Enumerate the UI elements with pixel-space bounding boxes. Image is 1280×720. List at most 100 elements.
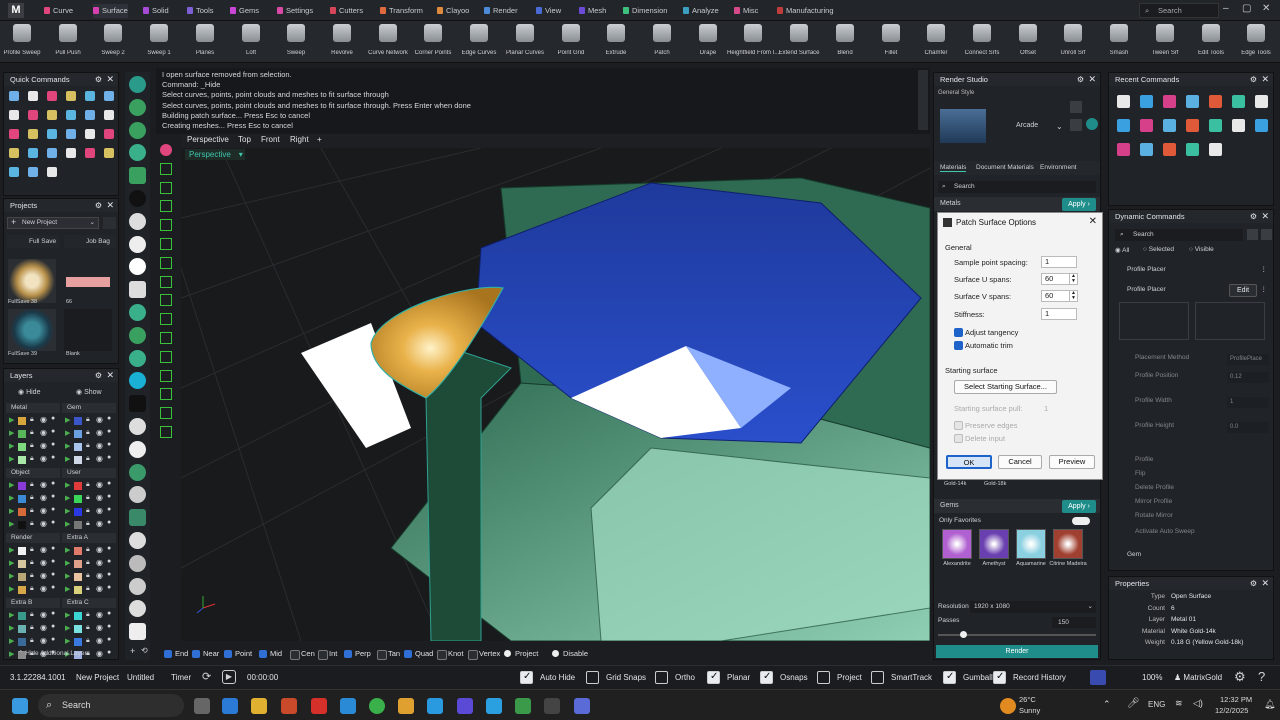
bulb-icon[interactable]: ● <box>51 610 55 617</box>
layer-color-swatch[interactable] <box>74 456 82 464</box>
tab-top[interactable]: Top <box>238 135 251 144</box>
curve-tool-icon[interactable] <box>160 256 172 269</box>
dynamic-prop-value[interactable]: ProfilePlace <box>1227 354 1269 365</box>
tab-dimension[interactable]: Dimension <box>623 4 667 18</box>
only-favorites-toggle[interactable] <box>1072 517 1090 525</box>
layer-color-swatch[interactable] <box>74 586 82 594</box>
lock-icon[interactable]: 🔒︎ <box>30 429 34 437</box>
eye-icon[interactable]: ◉ <box>96 649 103 658</box>
eye-icon[interactable]: ◉ <box>96 415 103 424</box>
preview-button[interactable]: Preview <box>1049 455 1095 469</box>
tool-chamfer-button[interactable]: Chamfer <box>910 23 962 56</box>
layer-color-swatch[interactable] <box>74 521 82 529</box>
layer-row[interactable]: ▶ 🔒︎ ◉ ● <box>6 584 60 596</box>
tab-transform[interactable]: Transform <box>380 4 423 18</box>
tool-edge-curves-button[interactable]: Edge Curves <box>453 23 505 56</box>
layer-row[interactable]: ▶ 🔒︎ ◉ ● <box>62 441 116 453</box>
layer-color-swatch[interactable] <box>74 482 82 490</box>
surface-u-spans-input[interactable]: 60 <box>1041 273 1071 285</box>
tool-corner-points-button[interactable]: Corner Points <box>407 23 459 56</box>
eye-icon[interactable]: ◉ <box>40 428 47 437</box>
project-thumb[interactable] <box>8 309 56 351</box>
eye-icon[interactable]: ◉ <box>96 610 103 619</box>
layer-row[interactable]: ▶ 🔒︎ ◉ ● <box>6 441 60 453</box>
lock-icon[interactable]: 🔒︎ <box>86 507 90 515</box>
quick-command-icon[interactable] <box>104 129 114 139</box>
tab-misc[interactable]: Misc <box>734 4 758 18</box>
app-icon[interactable] <box>486 698 502 714</box>
tool-circle-button[interactable] <box>129 258 146 276</box>
eye-icon[interactable]: ◉ <box>96 519 103 528</box>
recent-command-icon[interactable] <box>1232 95 1245 108</box>
play-icon[interactable]: ▶ <box>222 670 236 684</box>
quick-command-icon[interactable] <box>9 148 19 158</box>
layer-row[interactable]: ▶ 🔒︎ ◉ ● <box>6 493 60 505</box>
toggle-auto-hide-checkbox[interactable] <box>520 671 533 684</box>
recent-command-icon[interactable] <box>1255 95 1268 108</box>
add-viewport-tab[interactable]: + <box>317 135 322 144</box>
eye-icon[interactable]: ◉ <box>40 558 47 567</box>
layer-row[interactable]: ▶ 🔒︎ ◉ ● <box>6 480 60 492</box>
ok-button[interactable]: OK <box>946 455 992 469</box>
console-scrollbar[interactable] <box>918 70 928 130</box>
filter-selected[interactable]: ○ Selected <box>1143 246 1174 253</box>
layer-color-swatch[interactable] <box>18 560 26 568</box>
tool-circle-button[interactable] <box>129 600 146 618</box>
lock-icon[interactable]: 🔒︎ <box>30 442 34 450</box>
bulb-icon[interactable]: ● <box>107 480 111 487</box>
layer-row[interactable]: ▶ 🔒︎ ◉ ● <box>62 636 116 648</box>
layer-color-swatch[interactable] <box>18 482 26 490</box>
tab-surface[interactable]: Surface <box>93 4 128 18</box>
delete-input-checkbox[interactable] <box>954 434 963 443</box>
quick-command-icon[interactable] <box>66 110 76 120</box>
curve-tool-icon[interactable] <box>160 162 172 175</box>
apply-gem-button[interactable]: Apply › <box>1062 500 1096 513</box>
recent-command-icon[interactable] <box>1163 143 1176 156</box>
layer-color-swatch[interactable] <box>74 508 82 516</box>
layer-group-header[interactable]: User <box>62 468 116 478</box>
passes-slider-thumb[interactable] <box>960 631 967 638</box>
layer-color-swatch[interactable] <box>18 638 26 646</box>
layer-row[interactable]: ▶ 🔒︎ ◉ ● <box>62 480 116 492</box>
language-indicator[interactable]: ENG <box>1148 700 1165 709</box>
lock-icon[interactable]: 🔒︎ <box>30 559 34 567</box>
layer-row[interactable]: ▶ 🔒︎ ◉ ● <box>6 610 60 622</box>
layer-color-swatch[interactable] <box>74 560 82 568</box>
layer-group-header[interactable]: Extra B <box>6 598 60 608</box>
close-icon[interactable]: ✕ <box>1088 73 1096 86</box>
file-explorer-icon[interactable] <box>251 698 267 714</box>
toggle-record-history-checkbox[interactable] <box>993 671 1006 684</box>
layer-color-swatch[interactable] <box>74 443 82 451</box>
chrome-icon[interactable] <box>369 698 385 714</box>
v-spans-stepper[interactable]: ▲ ▼ <box>1069 290 1078 302</box>
curve-tool-icon[interactable] <box>160 332 172 344</box>
command-console[interactable]: I open surface removed from selection. Co… <box>156 68 930 134</box>
snap-project[interactable]: Project <box>504 649 538 658</box>
telegram-icon[interactable] <box>427 698 443 714</box>
recent-command-icon[interactable] <box>1209 143 1222 156</box>
matrixgold-icon[interactable] <box>544 698 560 714</box>
layer-row[interactable]: ▶ 🔒︎ ◉ ● <box>6 636 60 648</box>
layer-color-swatch[interactable] <box>18 625 26 633</box>
metal-item-label[interactable]: Gold-18k <box>984 481 1006 487</box>
recent-command-icon[interactable] <box>1186 95 1199 108</box>
tool-circle-button[interactable] <box>129 212 146 230</box>
tool-circle-button[interactable] <box>129 372 146 390</box>
lock-icon[interactable]: 🔒︎ <box>86 442 90 450</box>
recent-command-icon[interactable] <box>1209 95 1222 108</box>
bulb-icon[interactable]: ● <box>107 415 111 422</box>
tab-environment[interactable]: Environment <box>1040 164 1077 171</box>
dynamic-item[interactable]: Profile Placer ⋮ <box>1115 264 1269 276</box>
bulb-icon[interactable]: ● <box>51 454 55 461</box>
ribbon-search[interactable]: ⌕ Search <box>1139 3 1219 18</box>
gear-icon[interactable]: ⚙ <box>1077 73 1084 86</box>
tool-circle-button[interactable] <box>129 418 146 435</box>
edit-profile-button[interactable]: Edit <box>1229 284 1257 297</box>
tab-curve[interactable]: Curve <box>44 4 73 18</box>
layer-color-swatch[interactable] <box>18 573 26 581</box>
chevron-down-icon[interactable]: ⌄ <box>1056 122 1063 131</box>
hide-additional-layers[interactable]: ⌃ Hide Additional Layers <box>18 649 90 657</box>
bulb-icon[interactable]: ● <box>107 428 111 435</box>
app-icon[interactable] <box>457 698 473 714</box>
recent-command-icon[interactable] <box>1163 119 1176 132</box>
